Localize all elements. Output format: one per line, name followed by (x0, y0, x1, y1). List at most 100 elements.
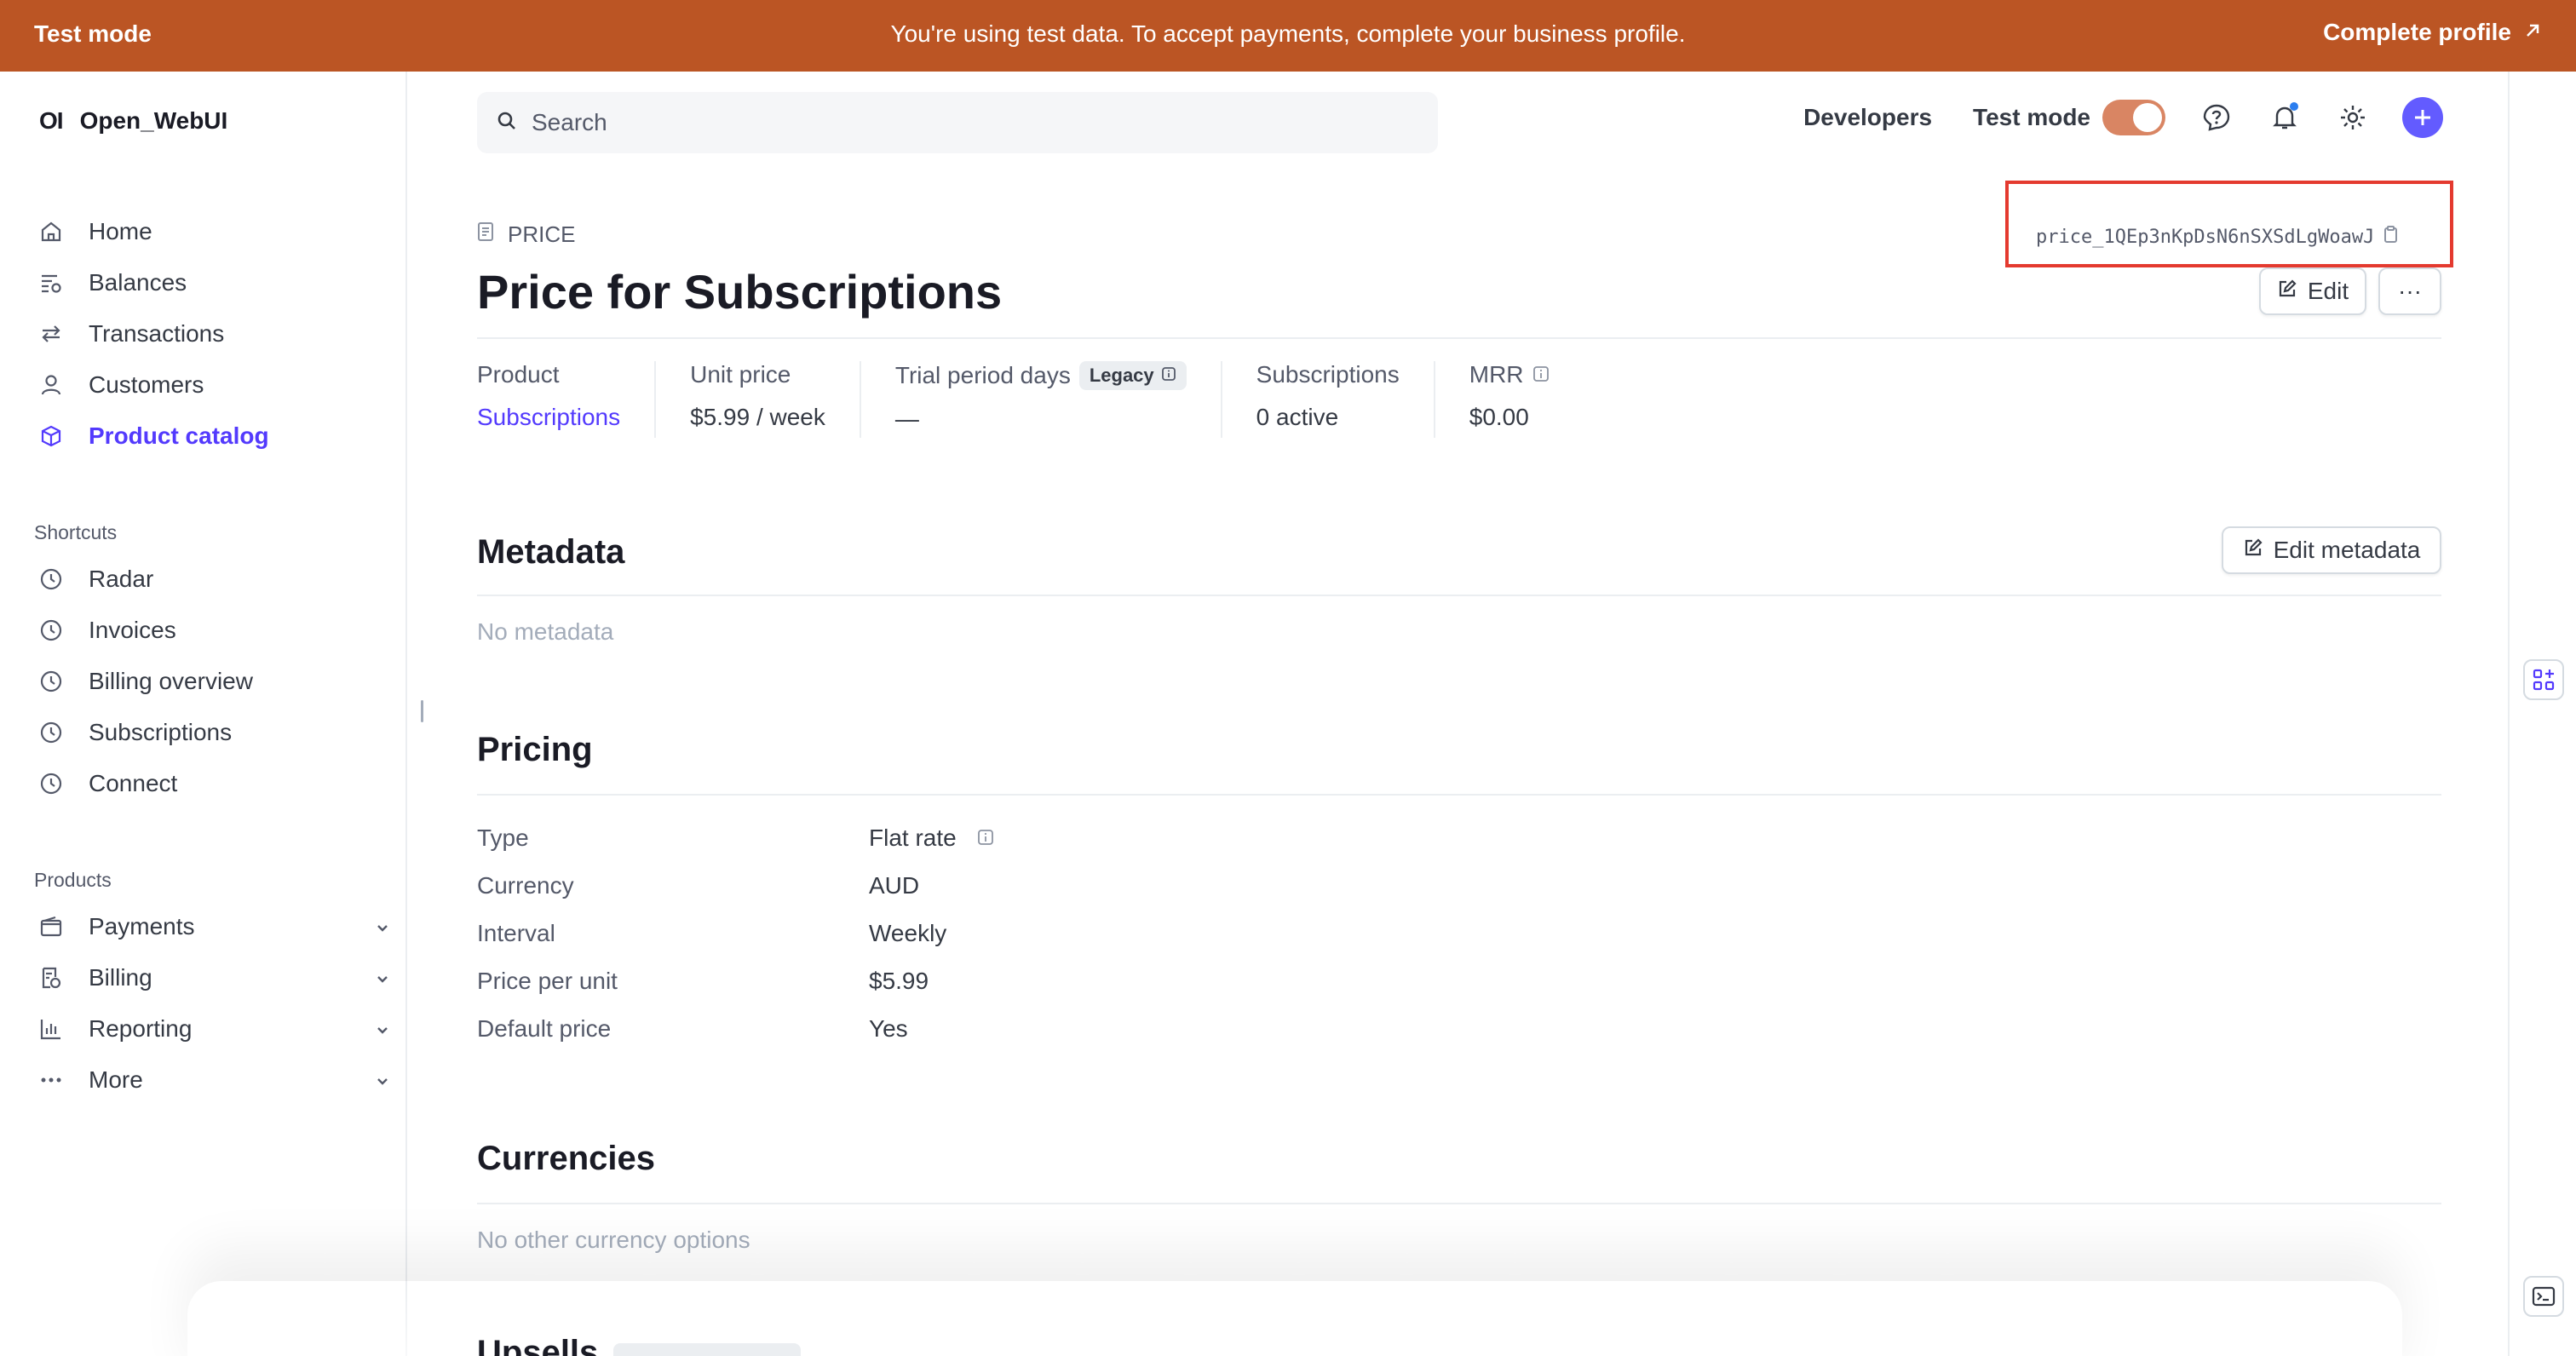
sidebar-item-billing[interactable]: Billing (34, 952, 392, 1003)
balances-icon (34, 266, 68, 300)
metadata-divider (477, 595, 2441, 596)
primary-nav: Home Balances Transactions Customers Pro… (34, 206, 392, 462)
test-mode-toggle[interactable] (2102, 100, 2165, 135)
pricing-heading: Pricing (477, 731, 593, 768)
edit-button[interactable]: Edit (2259, 267, 2366, 315)
transactions-icon (34, 317, 68, 351)
clock-icon (34, 715, 68, 750)
test-mode-banner: Test mode You're using test data. To acc… (0, 0, 2576, 72)
sidebar-item-label: Home (89, 218, 152, 244)
box-icon (34, 419, 68, 453)
sidebar-item-subscriptions[interactable]: Subscriptions (34, 707, 392, 758)
info-icon[interactable] (1532, 361, 1550, 388)
upsells-title: Upsells (477, 1334, 599, 1356)
copy-icon[interactable] (2383, 225, 2400, 249)
summary-product: Product Subscriptions (477, 361, 657, 438)
clock-icon (34, 613, 68, 647)
sidebar-item-payments[interactable]: Payments (34, 901, 392, 952)
price-id[interactable]: price_1QEp3nKpDsN6nSXSdLgWoawJ (2036, 225, 2400, 249)
sidebar-item-transactions[interactable]: Transactions (34, 308, 392, 359)
summary-unit-price-value: $5.99 / week (690, 404, 825, 430)
sidebar-item-label: Subscriptions (89, 719, 233, 745)
summary-product-link[interactable]: Subscriptions (477, 404, 620, 431)
clock-icon (34, 562, 68, 596)
info-icon[interactable] (977, 825, 994, 852)
sidebar-item-balances[interactable]: Balances (34, 257, 392, 308)
page-title: Price for Subscriptions (477, 265, 1003, 319)
brand-logo: OI (39, 107, 64, 134)
pricing-value: AUD (869, 872, 920, 899)
notification-dot (2290, 102, 2298, 111)
currencies-empty: No other currency options (477, 1227, 750, 1253)
sidebar-item-customers[interactable]: Customers (34, 359, 392, 411)
terminal-icon[interactable] (2523, 1276, 2564, 1317)
sidebar-item-product-catalog[interactable]: Product catalog (34, 411, 392, 462)
help-icon[interactable] (2198, 99, 2235, 136)
sidebar-item-label: Balances (89, 269, 187, 296)
developers-link[interactable]: Developers (1803, 104, 1932, 131)
products-nav: Payments Billing Reporting More (34, 901, 392, 1106)
complete-profile-label: Complete profile (2323, 19, 2511, 45)
pricing-key: Default price (477, 1015, 612, 1042)
gear-icon[interactable] (2334, 99, 2372, 136)
object-type-label: PRICE (477, 221, 575, 248)
sidebar-item-reporting[interactable]: Reporting (34, 1003, 392, 1054)
pricing-value: Flat rate (869, 825, 994, 852)
search-placeholder: Search (532, 109, 607, 135)
mrr-label-text: MRR (1469, 361, 1524, 388)
search-icon (496, 110, 518, 136)
pricing-key: Interval (477, 920, 555, 946)
sidebar-resize-handle[interactable] (421, 700, 423, 722)
sidebar-item-label: Payments (89, 913, 195, 939)
sidebar-item-label: Reporting (89, 1015, 193, 1042)
summary-mrr: MRR $0.00 (1469, 361, 1584, 438)
summary-trial-label: Trial period days Legacy (895, 361, 1187, 390)
sidebar-item-billing-overview[interactable]: Billing overview (34, 656, 392, 707)
clock-icon (34, 767, 68, 801)
sidebar-item-invoices[interactable]: Invoices (34, 605, 392, 656)
summary-mrr-value: $0.00 (1469, 404, 1529, 430)
highlight-annotation-box (2005, 181, 2453, 267)
sidebar-item-radar[interactable]: Radar (34, 554, 392, 605)
complete-profile-link[interactable]: Complete profile (2323, 19, 2542, 46)
upsells-badge (613, 1342, 802, 1356)
edit-pencil-icon (2243, 537, 2263, 564)
summary-unit-price: Unit price $5.99 / week (690, 361, 861, 438)
sidebar-item-home[interactable]: Home (34, 206, 392, 257)
clock-icon (34, 664, 68, 698)
sidebar-item-more[interactable]: More (34, 1054, 392, 1106)
test-mode-label: Test mode (1973, 104, 2090, 130)
chevron-down-icon[interactable] (373, 968, 392, 995)
price-tag-icon (477, 221, 494, 248)
top-actions: Developers Test mode (1803, 97, 2443, 138)
chevron-down-icon[interactable] (373, 1019, 392, 1046)
trial-label-text: Trial period days (894, 362, 1071, 388)
wallet-icon (34, 910, 68, 944)
pricing-key: Currency (477, 872, 574, 899)
summary-mrr-label: MRR (1469, 361, 1550, 388)
shortcuts-heading: Shortcuts (34, 521, 118, 543)
more-actions-button[interactable]: ··· (2378, 267, 2441, 315)
notifications-bell-icon[interactable] (2266, 99, 2303, 136)
sidebar-item-connect[interactable]: Connect (34, 758, 392, 809)
metadata-heading: Metadata (477, 533, 625, 571)
chevron-down-icon[interactable] (373, 1070, 392, 1097)
sidebar: OI Open_WebUI Home Balances Transactions… (0, 72, 407, 1356)
sidebar-item-label: Customers (89, 371, 204, 398)
chevron-down-icon[interactable] (373, 916, 392, 944)
sidebar-item-label: More (89, 1066, 143, 1093)
pricing-value: $5.99 (869, 968, 929, 994)
shortcuts-nav: Radar Invoices Billing overview Subscrip… (34, 554, 392, 809)
legacy-badge[interactable]: Legacy (1078, 361, 1187, 390)
create-plus-button[interactable] (2402, 97, 2443, 138)
edit-metadata-button[interactable]: Edit metadata (2222, 526, 2441, 574)
apps-grid-icon[interactable] (2523, 659, 2564, 700)
sidebar-item-label: Connect (89, 770, 178, 796)
pricing-type-value: Flat rate (869, 825, 957, 851)
account-switcher[interactable]: OI Open_WebUI (39, 107, 227, 135)
arrow-up-right-icon (2523, 19, 2542, 46)
search-input[interactable]: Search (477, 92, 1438, 153)
sidebar-item-label: Product catalog (89, 422, 269, 449)
price-id-value: price_1QEp3nKpDsN6nSXSdLgWoawJ (2036, 226, 2375, 248)
edit-pencil-icon (2277, 278, 2297, 305)
